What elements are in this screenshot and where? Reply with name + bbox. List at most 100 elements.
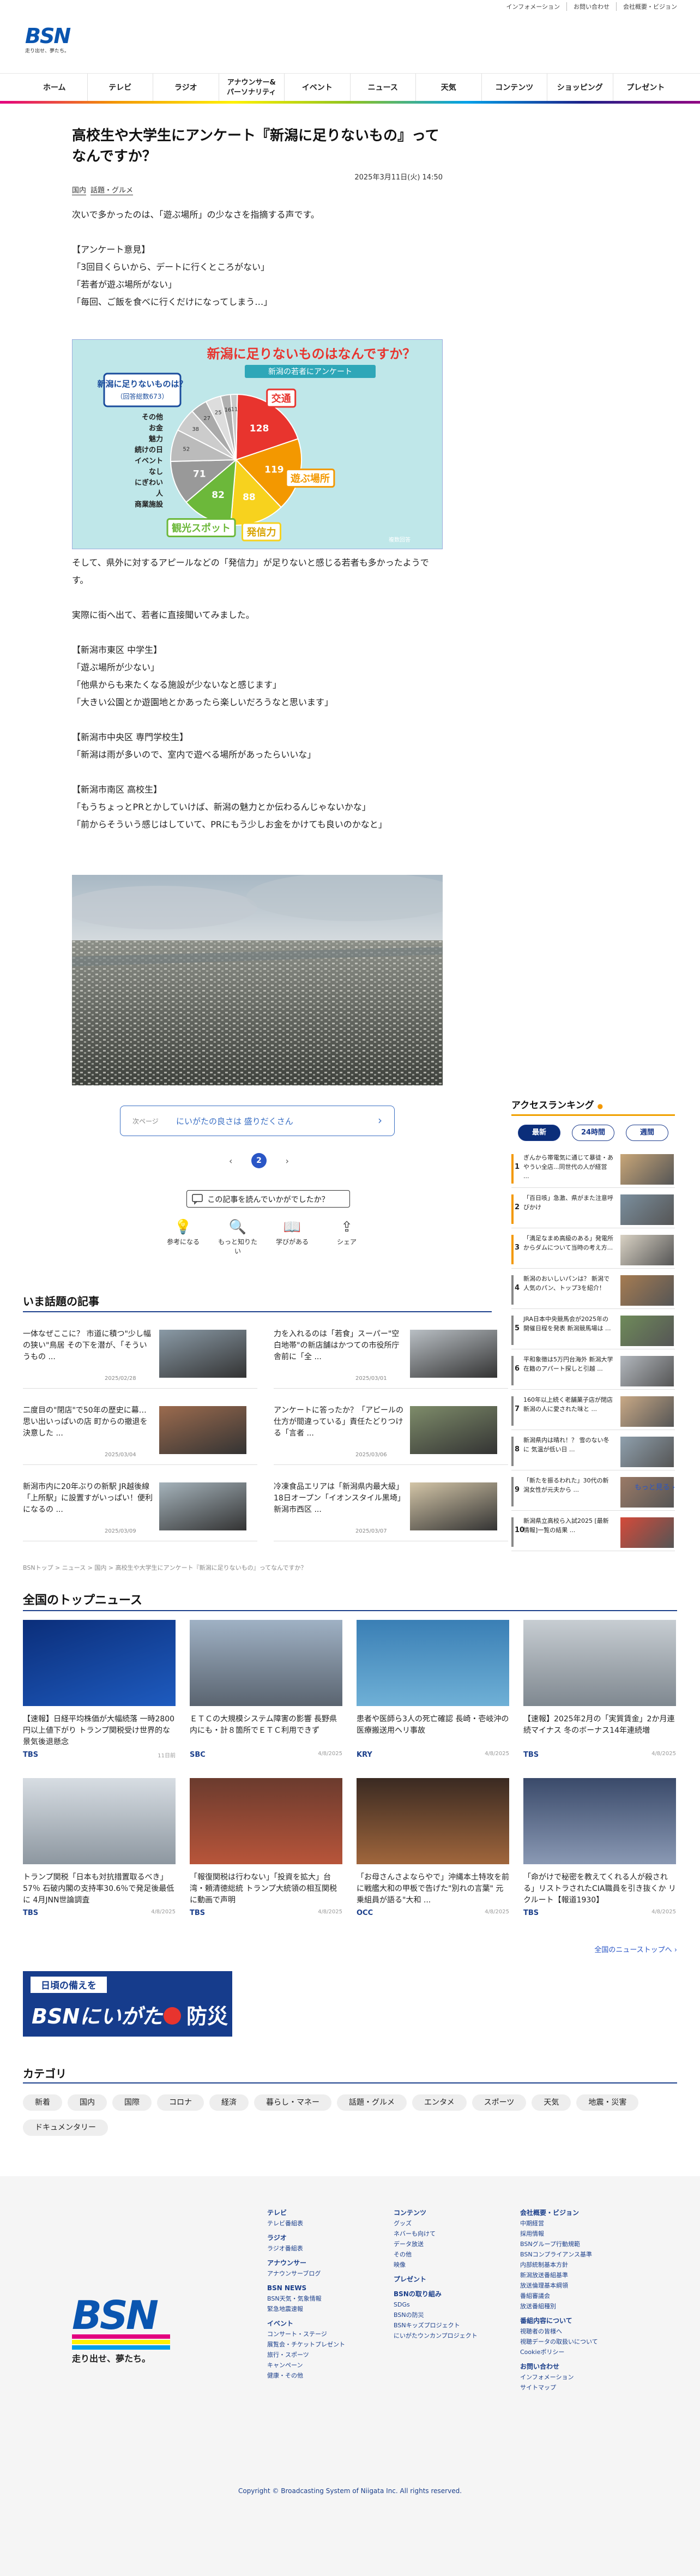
- category-chip[interactable]: 天気: [532, 2094, 571, 2111]
- footer-link[interactable]: 中期経営: [520, 2218, 640, 2229]
- footer-link[interactable]: アナウンサーブログ: [267, 2268, 371, 2279]
- footer-link[interactable]: BSNの防災: [394, 2310, 503, 2320]
- nav-item[interactable]: プレゼント: [613, 74, 679, 102]
- footer-heading-link[interactable]: コンテンツ: [394, 2208, 503, 2218]
- footer-link[interactable]: 放送番組種別: [520, 2301, 640, 2311]
- nav-item[interactable]: ニュース: [351, 74, 416, 102]
- site-logo[interactable]: BSN 走り出せ、夢たち。: [25, 24, 74, 63]
- footer-heading-link[interactable]: アナウンサー: [267, 2258, 371, 2268]
- topic-item[interactable]: 二度目の"閉店"で50年の歴史に幕… 思い出いっぱいの店 町からの撤退を決意した…: [23, 1405, 257, 1465]
- footer-link[interactable]: 採用情報: [520, 2229, 640, 2239]
- utility-link[interactable]: インフォメーション: [500, 2, 567, 11]
- chevron-left-icon[interactable]: ‹: [229, 1156, 232, 1166]
- category-chip[interactable]: 話題・グルメ: [337, 2094, 407, 2111]
- national-news-item[interactable]: ＥＴＣの大規模システム障害の影響 長野県内にも・計８箇所でＥＴＣ利用できず SBC…: [190, 1620, 342, 1759]
- ranking-item[interactable]: 1 ぎんから帯電気に通じて暴徒・あやうい全店...同世代の人が経営 ...: [511, 1152, 675, 1188]
- footer-link[interactable]: BSN天気・気象情報: [267, 2293, 371, 2304]
- page-current[interactable]: 2: [251, 1153, 267, 1168]
- national-news-item[interactable]: 「お母さんさよならやで」沖縄本土特攻を前に戦艦大和の甲板で告げた"別れの言葉" …: [357, 1778, 509, 1917]
- national-news-item[interactable]: トランプ関税「日本も対抗措置取るべき」57％ 石破内閣の支持率30.6％で発足後…: [23, 1778, 176, 1917]
- category-chip[interactable]: 国内: [68, 2094, 107, 2111]
- feedback-option[interactable]: 🔍 もっと知りたい: [216, 1217, 260, 1256]
- national-news-item[interactable]: 【速報】2025年2月の「実質賃金」2か月連続マイナス 冬のボーナス14年連続増…: [523, 1620, 676, 1759]
- footer-link[interactable]: 番組審議会: [520, 2291, 640, 2301]
- ranking-item[interactable]: 4 新潟のおいしいパンは？ 新潟で人気のパン、トップ3を紹介！: [511, 1273, 675, 1309]
- topic-item[interactable]: 冷凍食品エリアは「新潟県内最大級」18日オープン「イオンスタイル黒埼」新潟市西区…: [274, 1481, 508, 1541]
- ranking-item[interactable]: 3 「満足なまめ高級のある」発電所からダムについて当時の考え方...: [511, 1233, 675, 1269]
- ranking-tab[interactable]: 週間: [626, 1125, 668, 1141]
- footer-link[interactable]: その他: [394, 2249, 503, 2260]
- ranking-item[interactable]: 5 JRA日本中央競馬会が2025年の開催日程を発表 新潟競馬場は ...: [511, 1313, 675, 1349]
- disaster-prevention-banner[interactable]: 日頃の備えを BSNにいがた 防災: [23, 1971, 232, 2037]
- topic-item[interactable]: 力を入れるのは「若食」スーパー"空白地帯"の新店舗はかつての市役所庁舎前に「全 …: [274, 1329, 508, 1389]
- feedback-option[interactable]: 💡 参考になる: [161, 1217, 205, 1256]
- nav-item[interactable]: イベント: [285, 74, 351, 102]
- article-category-link[interactable]: 国内: [72, 187, 87, 195]
- nav-item[interactable]: 天気: [416, 74, 482, 102]
- footer-link[interactable]: キャンペーン: [267, 2360, 371, 2370]
- footer-link[interactable]: 展覧会・チケットプレゼント: [267, 2339, 371, 2350]
- category-chip[interactable]: エンタメ: [412, 2094, 467, 2111]
- topic-item[interactable]: 新潟市内に20年ぶりの新駅 JR越後線「上所駅」に設置すがいっぱい！便利になるの…: [23, 1481, 257, 1541]
- national-more-link[interactable]: 全国のニューストップへ ›: [594, 1944, 677, 1954]
- ranking-item[interactable]: 7 160年以上続く老舗菓子店が閉店 新潟の人に愛された味と ...: [511, 1394, 675, 1430]
- footer-link[interactable]: テレビ番組表: [267, 2218, 371, 2229]
- footer-link[interactable]: 健康・その他: [267, 2370, 371, 2381]
- chevron-right-icon[interactable]: ›: [286, 1156, 289, 1166]
- category-chip[interactable]: 経済: [209, 2094, 249, 2111]
- nav-item[interactable]: コンテンツ: [482, 74, 547, 102]
- footer-heading-link[interactable]: 会社概要・ビジョン: [520, 2208, 640, 2218]
- footer-link[interactable]: 放送倫理基本綱領: [520, 2280, 640, 2291]
- topic-item[interactable]: アンケートに答ったか？「アピールの仕方が間違っている」責任たどりつける「言者 .…: [274, 1405, 508, 1465]
- ranking-tab[interactable]: 24時間: [572, 1125, 614, 1141]
- utility-link[interactable]: 会社概要・ビジョン: [617, 2, 684, 11]
- footer-link[interactable]: サイトマップ: [520, 2382, 640, 2393]
- footer-link[interactable]: インフォメーション: [520, 2372, 640, 2382]
- footer-heading-link[interactable]: お問い合わせ: [520, 2362, 640, 2372]
- nav-item[interactable]: アナウンサー& パーソナリティ: [219, 74, 285, 102]
- footer-link[interactable]: Cookieポリシー: [520, 2347, 640, 2357]
- footer-logo[interactable]: BSN 走り出せ、夢たち。: [71, 2291, 181, 2369]
- footer-link[interactable]: 旅行・スポーツ: [267, 2350, 371, 2360]
- next-page-link[interactable]: 次ページ にいがたの良さは 盛りだくさん ›: [120, 1106, 395, 1136]
- ranking-item[interactable]: 6 平和象徴は5万円台海外 新潟大学在籍のアパート探しと引越 ...: [511, 1354, 675, 1390]
- category-chip[interactable]: 国際: [112, 2094, 152, 2111]
- category-chip[interactable]: コロナ: [157, 2094, 204, 2111]
- national-news-item[interactable]: 「報復関税は行わない」「投資を拡大」台湾・頼清徳総統 トランプ大統領の相互関税に…: [190, 1778, 342, 1917]
- footer-link[interactable]: 緊急地震速報: [267, 2304, 371, 2314]
- footer-link[interactable]: 視聴データの取扱いについて: [520, 2337, 640, 2347]
- footer-heading-link[interactable]: BSN NEWS: [267, 2283, 371, 2293]
- footer-link[interactable]: BSNキッズプロジェクト: [394, 2320, 503, 2331]
- footer-heading-link[interactable]: テレビ: [267, 2208, 371, 2218]
- feedback-option[interactable]: ⇪ シェア: [325, 1217, 369, 1256]
- ranking-item[interactable]: 10 新潟県立高校ら入試2025 [最新情報]一覧の結果 ...: [511, 1515, 675, 1551]
- footer-link[interactable]: 新潟放送番組基準: [520, 2270, 640, 2280]
- footer-link[interactable]: グッズ: [394, 2218, 503, 2229]
- ranking-more-link[interactable]: もっと見る ›: [635, 1481, 675, 1492]
- feedback-option[interactable]: 📖 学びがある: [270, 1217, 314, 1256]
- footer-heading-link[interactable]: BSNの取り組み: [394, 2289, 503, 2299]
- ranking-item[interactable]: 8 新潟県内は晴れ！？ 雪のない冬に 気温が低い日 ...: [511, 1434, 675, 1470]
- footer-link[interactable]: 映像: [394, 2260, 503, 2270]
- footer-link[interactable]: にいがたウンカンプロジェクト: [394, 2331, 503, 2341]
- national-news-item[interactable]: 「命がけで秘密を教えてくれる人が殺される」リストラされたCIA職員を引き抜くか …: [523, 1778, 676, 1917]
- footer-link[interactable]: 内部統制基本方針: [520, 2260, 640, 2270]
- category-chip[interactable]: ドキュメンタリー: [23, 2119, 108, 2136]
- footer-heading-link[interactable]: イベント: [267, 2319, 371, 2329]
- footer-link[interactable]: ラジオ番組表: [267, 2243, 371, 2254]
- nav-item[interactable]: ショッピング: [547, 74, 613, 102]
- footer-link[interactable]: データ放送: [394, 2239, 503, 2249]
- category-chip[interactable]: 暮らし・マネー: [254, 2094, 331, 2111]
- utility-link[interactable]: お問い合わせ: [567, 2, 617, 11]
- topic-item[interactable]: 一体なぜここに？ 市道に積つ"少し幅の狭い"鳥居 その下を潜が、「そういうもの …: [23, 1329, 257, 1389]
- ranking-item[interactable]: 2 「百日咳」急激、県がまた注意呼びかけ: [511, 1192, 675, 1228]
- nav-item[interactable]: ラジオ: [153, 74, 219, 102]
- ranking-item[interactable]: 9 「新たを振るわれた」30代の新潟女性が元夫から ...: [511, 1475, 675, 1511]
- national-news-item[interactable]: 【速報】日経平均株価が大幅続落 一時2800円以上値下がり トランプ関税受け世界…: [23, 1620, 176, 1759]
- nav-item[interactable]: テレビ: [88, 74, 153, 102]
- ranking-tab[interactable]: 最新: [518, 1125, 560, 1141]
- category-chip[interactable]: スポーツ: [472, 2094, 527, 2111]
- footer-link[interactable]: 視聴者の皆様へ: [520, 2326, 640, 2337]
- footer-link[interactable]: SDGs: [394, 2299, 503, 2310]
- footer-link[interactable]: コンサート・ステージ: [267, 2329, 371, 2339]
